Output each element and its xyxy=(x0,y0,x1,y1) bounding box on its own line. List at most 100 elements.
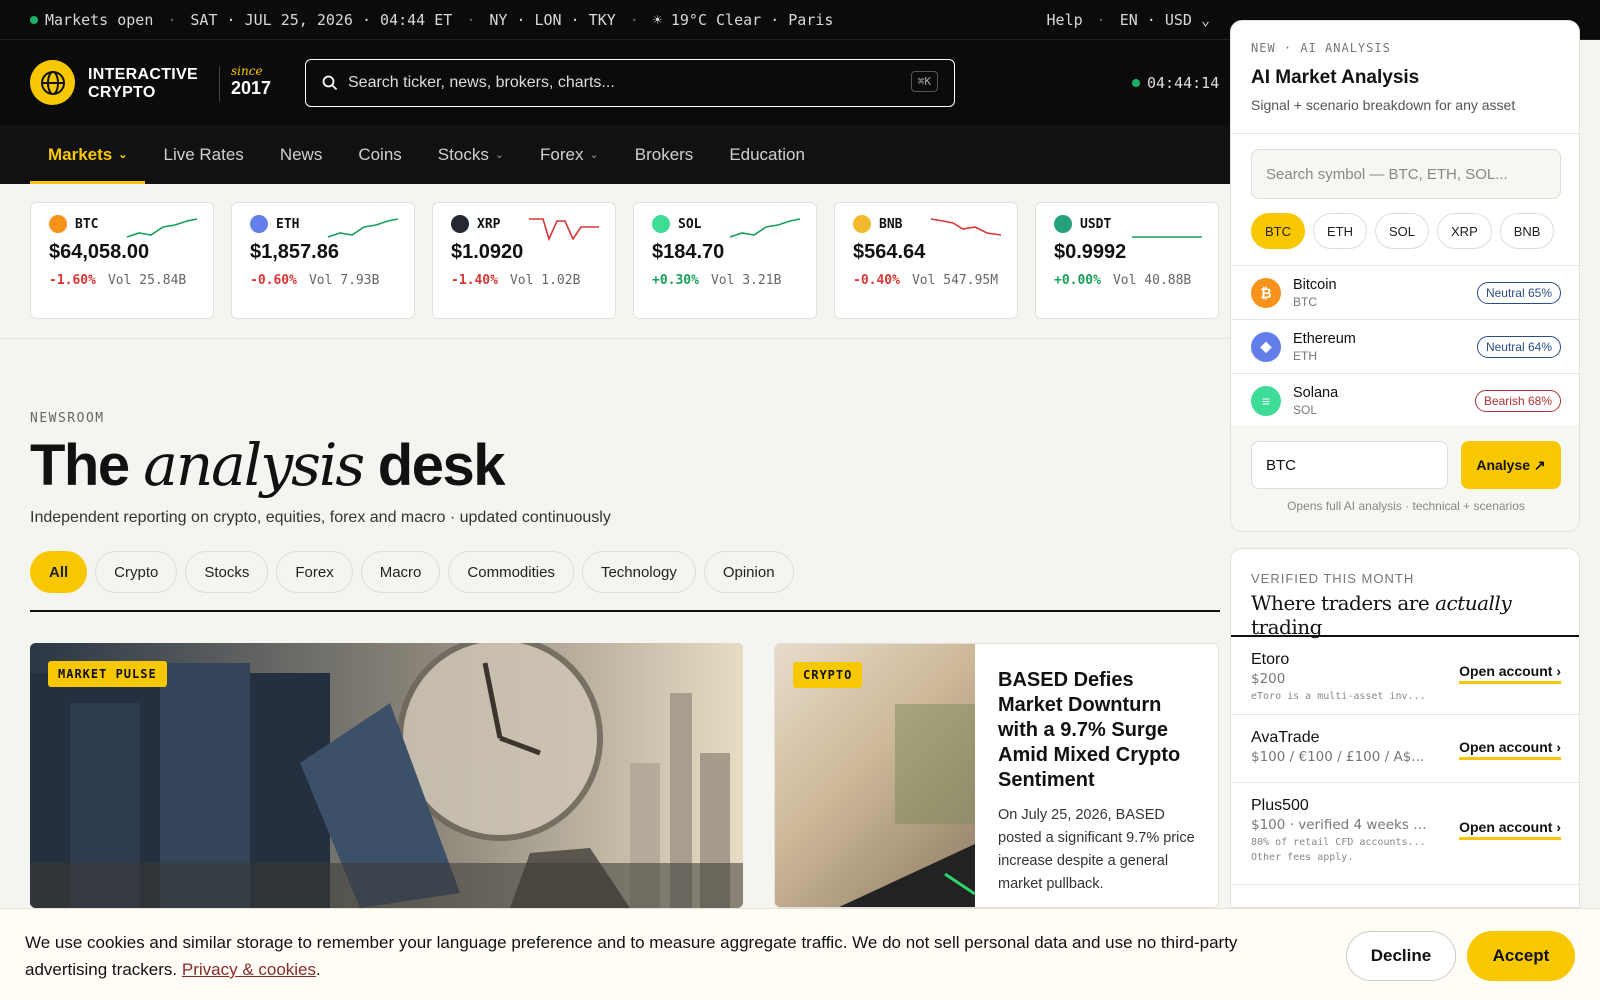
asset-row-solana[interactable]: ≡ Solana SOL Bearish 68% xyxy=(1231,373,1579,427)
title-post: desk xyxy=(377,433,506,498)
ticker-card-usdt[interactable]: USDT $0.9992 +0.00% Vol 40.88B xyxy=(1035,202,1219,319)
filter-forex[interactable]: Forex xyxy=(276,551,353,593)
broker-disclaimer-fees: Other fees apply. xyxy=(1251,852,1354,863)
coin-icon xyxy=(1054,215,1072,233)
analyse-form: BTC Analyse ↗ Opens full AI analysis · t… xyxy=(1231,425,1579,531)
open-account-button[interactable]: Open account › xyxy=(1459,663,1561,684)
title-em: actually xyxy=(1435,591,1512,615)
panel-eyebrow: VERIFIED THIS MONTH xyxy=(1251,571,1415,586)
featured-article-card[interactable]: MARKET PULSE xyxy=(30,643,743,908)
brand-name[interactable]: INTERACTIVE CRYPTO xyxy=(88,66,198,102)
article-excerpt: On July 25, 2026, BASED posted a signifi… xyxy=(998,807,1195,892)
sparkline-chart xyxy=(930,218,1002,236)
filter-opinion[interactable]: Opinion xyxy=(703,551,794,593)
symbol-label: SOL xyxy=(678,216,702,232)
search-shortcut: ⌘K xyxy=(910,71,938,92)
ai-analysis-panel: NEW · AI ANALYSIS AI Market Analysis Sig… xyxy=(1230,20,1580,532)
separator: · xyxy=(167,10,177,29)
filter-all[interactable]: All xyxy=(30,551,88,593)
ticker-card-sol[interactable]: SOL $184.70 +0.30% Vol 3.21B xyxy=(633,202,817,319)
title-em: analysis xyxy=(143,431,365,499)
market-sessions: NY · LON · TKY xyxy=(489,10,616,29)
open-account-button[interactable]: Open account › xyxy=(1459,819,1561,840)
filter-macro[interactable]: Macro xyxy=(360,551,441,593)
solana-icon: ≡ xyxy=(1251,385,1281,416)
analyse-symbol-input[interactable]: BTC xyxy=(1251,441,1448,489)
filter-crypto[interactable]: Crypto xyxy=(95,551,178,593)
chevron-down-icon: ⌄ xyxy=(589,149,599,161)
help-link[interactable]: Help xyxy=(1047,11,1083,29)
nav-label: News xyxy=(279,144,323,164)
filter-technology[interactable]: Technology xyxy=(581,551,696,593)
nav-news[interactable]: News xyxy=(262,125,341,184)
sparkline-chart xyxy=(729,218,801,238)
ticker-change: -0.40% xyxy=(853,273,900,288)
search-placeholder: Search ticker, news, brokers, charts... xyxy=(348,74,615,91)
chip-bnb[interactable]: BNB xyxy=(1499,213,1555,249)
broker-min-deposit: $100 / €100 / £100 / A$... xyxy=(1251,749,1425,765)
ticker-meta: -1.40% Vol 1.02B xyxy=(451,270,597,291)
page-title: The analysis desk xyxy=(30,430,506,501)
ticker-price: $64,058.00 xyxy=(49,241,150,263)
ticker-change: -1.40% xyxy=(451,273,498,288)
nav-stocks[interactable]: Stocks ⌄ xyxy=(420,125,522,184)
since-label: since xyxy=(231,64,263,78)
ticker-volume: Vol 7.93B xyxy=(308,273,380,288)
nav-coins[interactable]: Coins xyxy=(340,125,419,184)
coin-icon xyxy=(853,215,871,233)
asset-ticker: BTC xyxy=(1293,294,1317,309)
ticker-change: +0.30% xyxy=(652,273,699,288)
decline-button[interactable]: Decline xyxy=(1346,931,1456,981)
globe-logo-icon[interactable] xyxy=(30,60,75,105)
chip-eth[interactable]: ETH xyxy=(1313,213,1367,249)
clock-time: 04:44:14 xyxy=(1147,74,1220,92)
symbol-label: USDT xyxy=(1080,216,1112,232)
broker-row-etoro: Etoro $200 eToro is a multi-asset inv...… xyxy=(1231,637,1579,715)
asset-row-bitcoin[interactable]: ₿ Bitcoin BTC Neutral 65% xyxy=(1231,265,1579,319)
ticker-card-btc[interactable]: BTC $64,058.00 -1.60% Vol 25.84B xyxy=(30,202,214,319)
asset-name: Solana xyxy=(1293,384,1339,401)
sparkline-chart xyxy=(1132,236,1202,238)
ticker-price: $1,857.86 xyxy=(250,241,339,263)
ethereum-icon: ◆ xyxy=(1251,331,1281,362)
article-card[interactable]: CRYPTO BASED Defies Market Downturn with… xyxy=(774,643,1219,908)
symbol-search-input[interactable]: Search symbol — BTC, ETH, SOL... xyxy=(1251,149,1561,199)
nav-label: Forex xyxy=(540,144,584,164)
nav-markets[interactable]: Markets ⌄ xyxy=(30,125,146,184)
article-category-tag: CRYPTO xyxy=(793,662,863,688)
nav-forex[interactable]: Forex ⌄ xyxy=(522,125,617,184)
ticker-change: -1.60% xyxy=(49,273,96,288)
ticker-volume: Vol 3.21B xyxy=(710,273,782,288)
chip-xrp[interactable]: XRP xyxy=(1437,213,1492,249)
filter-commodities[interactable]: Commodities xyxy=(448,551,574,593)
live-clock: 04:44:14 xyxy=(1132,74,1219,92)
search-icon xyxy=(322,75,338,91)
asset-ticker: ETH xyxy=(1293,348,1317,363)
ticker-card-xrp[interactable]: XRP $1.0920 -1.40% Vol 1.02B xyxy=(432,202,616,319)
ticker-card-eth[interactable]: ETH $1,857.86 -0.60% Vol 7.93B xyxy=(231,202,415,319)
ticker-card-bnb[interactable]: BNB $564.64 -0.40% Vol 547.95M xyxy=(834,202,1018,319)
ticker-price: $564.64 xyxy=(853,241,926,263)
accept-button[interactable]: Accept xyxy=(1467,931,1575,981)
search-input[interactable]: Search ticker, news, brokers, charts... … xyxy=(305,59,955,107)
chip-btc[interactable]: BTC xyxy=(1251,213,1305,249)
analyse-button[interactable]: Analyse ↗ xyxy=(1461,441,1561,489)
filter-stocks[interactable]: Stocks xyxy=(185,551,269,593)
locale-selector[interactable]: EN · USD ⌄ xyxy=(1120,11,1210,29)
asset-row-ethereum[interactable]: ◆ Ethereum ETH Neutral 64% xyxy=(1231,319,1579,373)
signal-badge: Neutral 64% xyxy=(1476,335,1561,358)
privacy-link[interactable]: Privacy & cookies xyxy=(182,960,316,979)
open-account-button[interactable]: Open account › xyxy=(1459,739,1561,760)
nav-education[interactable]: Education xyxy=(711,125,823,184)
coin-icon xyxy=(250,215,268,233)
nav-brokers[interactable]: Brokers xyxy=(617,125,712,184)
nav-live-rates[interactable]: Live Rates xyxy=(145,125,261,184)
ticker-change: +0.00% xyxy=(1054,273,1101,288)
market-status: Markets open xyxy=(45,10,154,29)
chip-sol[interactable]: SOL xyxy=(1375,213,1430,249)
article-title[interactable]: BASED Defies Market Downturn with a 9.7%… xyxy=(998,668,1203,793)
ticker-meta: -0.40% Vol 547.95M xyxy=(853,270,999,291)
sparkline-chart xyxy=(126,218,198,238)
ticker-meta: +0.30% Vol 3.21B xyxy=(652,270,798,291)
broker-min-deposit: $100 · verified 4 weeks a... xyxy=(1251,817,1431,833)
